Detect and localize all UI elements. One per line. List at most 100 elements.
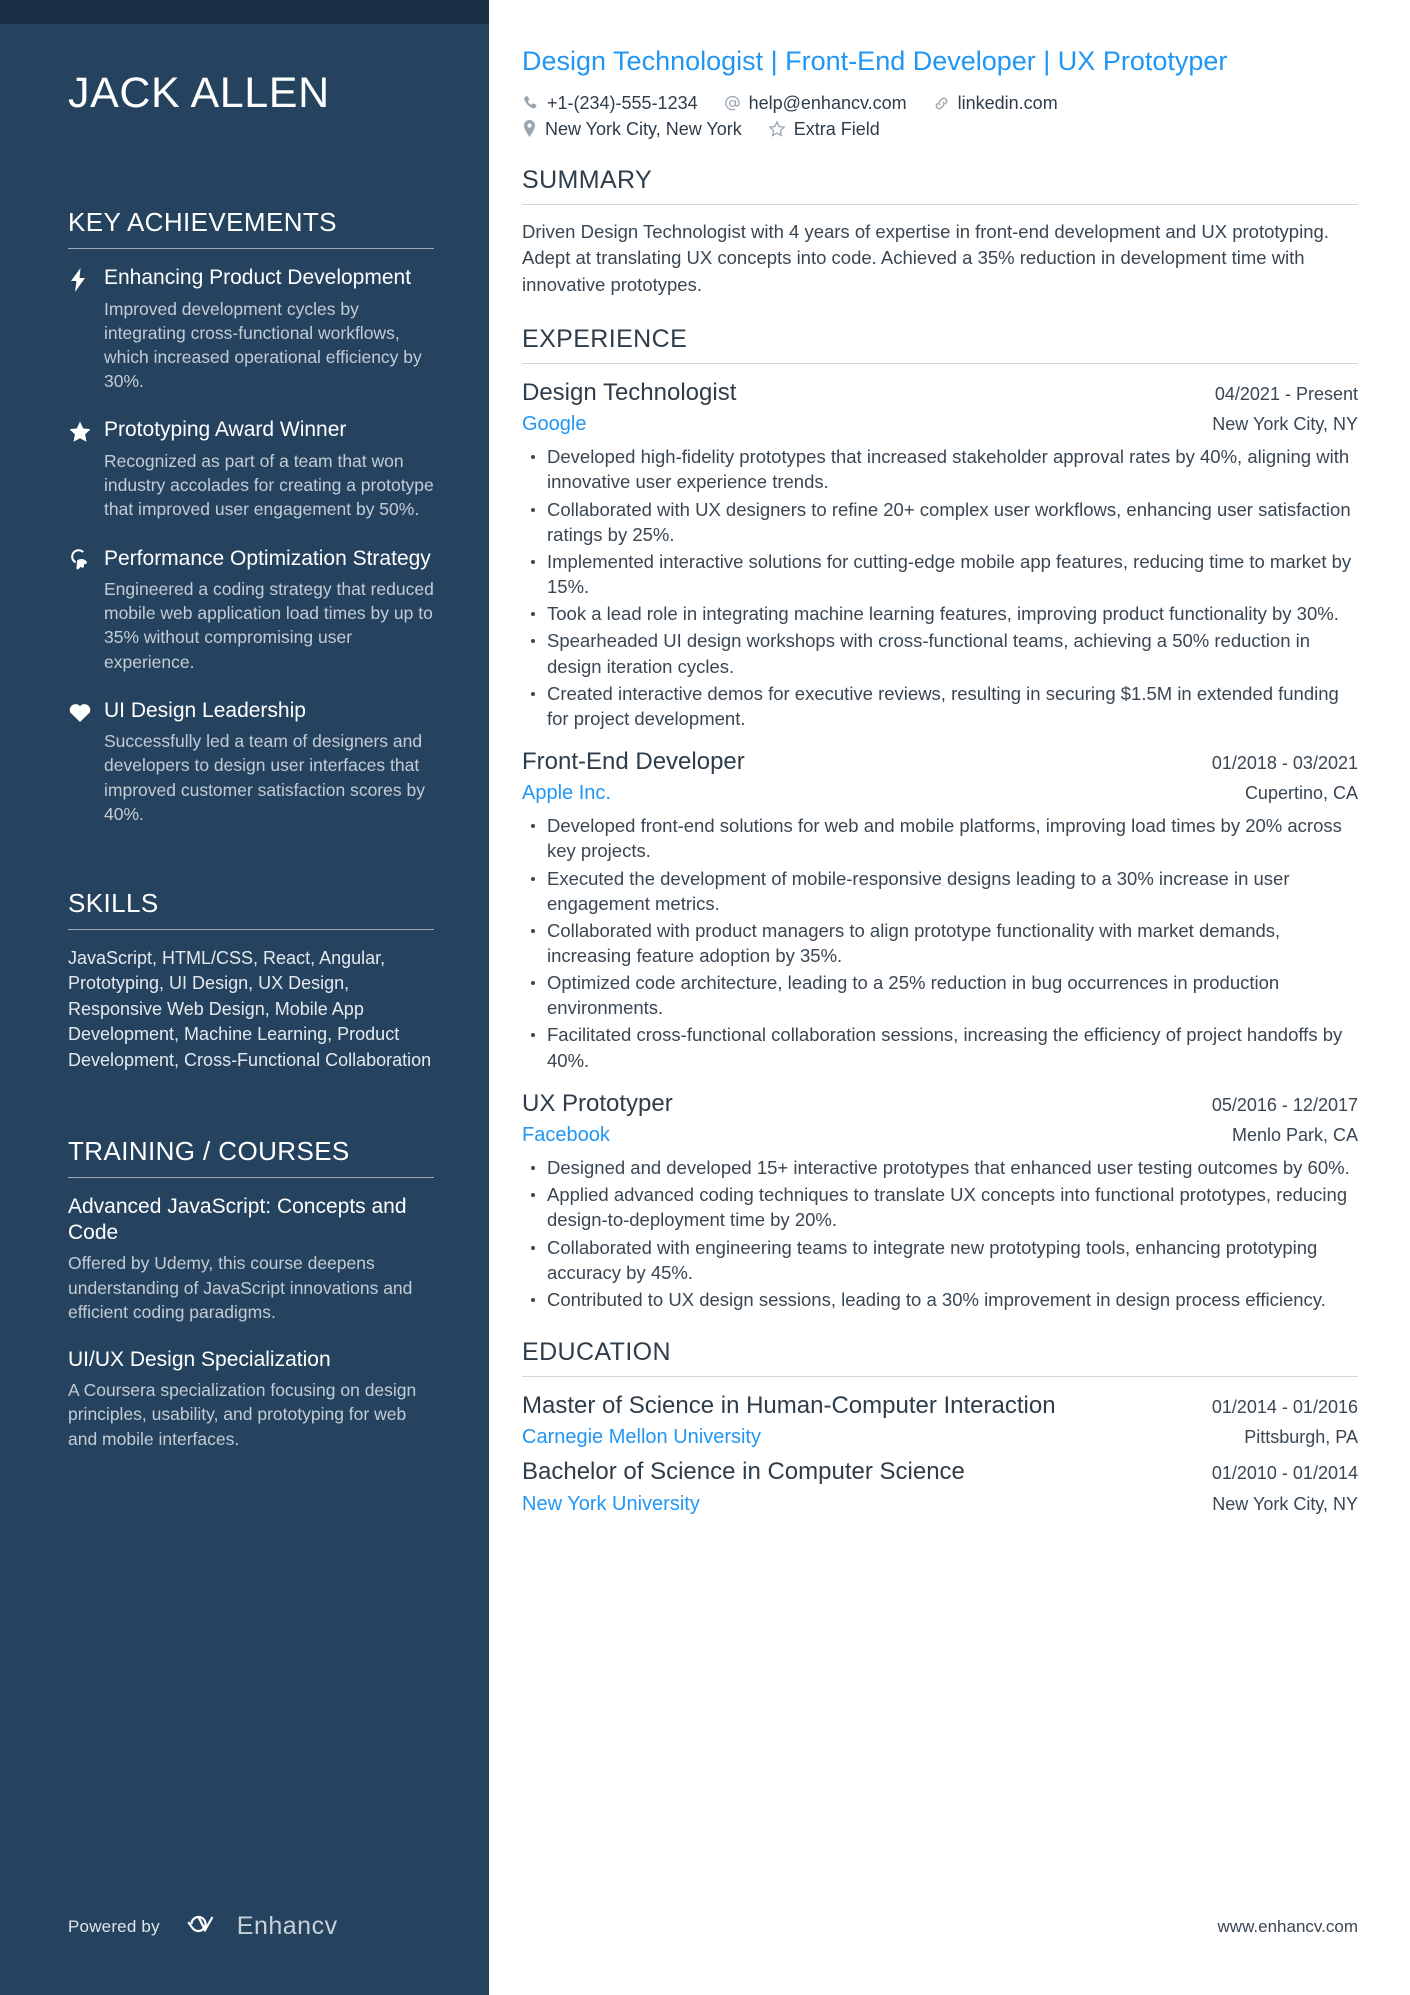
- job-location: New York City, NY: [1212, 414, 1358, 435]
- job-bullet: Developed front-end solutions for web an…: [531, 813, 1358, 863]
- experience-item: UX Prototyper 05/2016 - 12/2017 Facebook…: [522, 1089, 1358, 1312]
- job-date: 01/2018 - 03/2021: [1211, 752, 1358, 773]
- sidebar: JACK ALLEN KEY ACHIEVEMENTS Enhancing Pr…: [0, 0, 489, 1995]
- footer-website-url: www.enhancv.com: [1217, 1917, 1358, 1936]
- job-bullet: Optimized code architecture, leading to …: [531, 970, 1358, 1020]
- job-location: Menlo Park, CA: [1231, 1125, 1358, 1146]
- job-bullet: Implemented interactive solutions for cu…: [531, 549, 1358, 599]
- job-title: Front-End Developer: [522, 747, 745, 775]
- achievement-item: Prototyping Award Winner Recognized as p…: [68, 417, 434, 521]
- achievement-title: Performance Optimization Strategy: [104, 546, 431, 570]
- job-company[interactable]: Google: [522, 413, 587, 436]
- education-section: EDUCATION Master of Science in Human-Com…: [522, 1338, 1358, 1516]
- powered-by-label: Powered by: [68, 1916, 160, 1936]
- contact-linkedin[interactable]: linkedin.com: [933, 93, 1058, 114]
- job-bullet: Executed the development of mobile-respo…: [531, 866, 1358, 916]
- achievement-description: Engineered a coding strategy that reduce…: [104, 579, 434, 672]
- job-bullet-list: Developed front-end solutions for web an…: [522, 813, 1358, 1073]
- job-bullet-list: Developed high-fidelity prototypes that …: [522, 444, 1358, 731]
- training-courses-section: TRAINING / COURSES Advanced JavaScript: …: [68, 1136, 434, 1452]
- achievement-description: Improved development cycles by integrati…: [104, 298, 422, 392]
- section-divider: [522, 203, 1358, 205]
- job-company[interactable]: Apple Inc.: [522, 782, 611, 805]
- key-achievements-section: KEY ACHIEVEMENTS Enhancing Product Devel…: [68, 207, 434, 826]
- skills-section: SKILLS JavaScript, HTML/CSS, React, Angu…: [68, 888, 434, 1074]
- achievement-title: UI Design Leadership: [104, 698, 306, 722]
- education-date: 01/2010 - 01/2014: [1211, 1463, 1358, 1484]
- job-bullet: Contributed to UX design sessions, leadi…: [531, 1287, 1358, 1312]
- job-location: Cupertino, CA: [1244, 783, 1358, 804]
- professional-headline: Design Technologist | Front-End Develope…: [522, 46, 1228, 76]
- resume-page: JACK ALLEN KEY ACHIEVEMENTS Enhancing Pr…: [0, 0, 1410, 1995]
- section-divider: [522, 1376, 1358, 1377]
- job-bullet: Facilitated cross-functional collaborati…: [531, 1022, 1358, 1072]
- enhancv-brand-name: Enhancv: [236, 1912, 338, 1940]
- course-item: Advanced JavaScript: Concepts and Code O…: [68, 1194, 434, 1325]
- summary-text: Driven Design Technologist with 4 years …: [522, 220, 1329, 296]
- contact-phone-text: +1-(234)-555-1234: [547, 92, 698, 113]
- candidate-name: JACK ALLEN: [68, 69, 330, 117]
- skills-list: JavaScript, HTML/CSS, React, Angular, Pr…: [68, 947, 432, 1071]
- contact-email[interactable]: help@enhancv.com: [724, 93, 907, 114]
- summary-section: SUMMARY Driven Design Technologist with …: [522, 166, 1358, 299]
- contact-row-secondary: New York City, New York Extra Field: [522, 119, 1358, 140]
- job-bullet: Developed high-fidelity prototypes that …: [531, 444, 1358, 494]
- job-bullet: Designed and developed 15+ interactive p…: [531, 1155, 1358, 1180]
- contact-location-text: New York City, New York: [545, 118, 742, 139]
- education-school[interactable]: New York University: [522, 1493, 700, 1516]
- link-icon: [933, 95, 950, 112]
- job-company[interactable]: Facebook: [522, 1124, 610, 1147]
- course-description: Offered by Udemy, this course deepens un…: [68, 1253, 413, 1323]
- contact-linkedin-text: linkedin.com: [957, 92, 1058, 113]
- contact-phone[interactable]: +1-(234)-555-1234: [522, 93, 698, 114]
- education-item: Bachelor of Science in Computer Science …: [522, 1457, 1358, 1515]
- heart-icon: [68, 698, 104, 826]
- contact-row-primary: +1-(234)-555-1234 help@enhancv.com linke…: [522, 93, 1358, 114]
- contact-extra-field[interactable]: Extra Field: [768, 119, 880, 140]
- education-degree: Master of Science in Human-Computer Inte…: [522, 1392, 1056, 1419]
- contact-location[interactable]: New York City, New York: [522, 119, 742, 140]
- star-icon: [68, 417, 104, 521]
- main-content: Design Technologist | Front-End Develope…: [489, 0, 1410, 1995]
- section-divider: [68, 248, 434, 250]
- achievement-title: Prototyping Award Winner: [104, 418, 347, 442]
- job-bullet: Collaborated with engineering teams to i…: [531, 1235, 1358, 1285]
- achievement-item: Enhancing Product Development Improved d…: [68, 265, 434, 393]
- experience-item: Front-End Developer 01/2018 - 03/2021 Ap…: [522, 747, 1358, 1073]
- job-date: 05/2016 - 12/2017: [1211, 1094, 1358, 1115]
- experience-heading: EXPERIENCE: [522, 324, 688, 353]
- education-item: Master of Science in Human-Computer Inte…: [522, 1391, 1358, 1449]
- star-outline-icon: [768, 120, 786, 138]
- job-title: Design Technologist: [522, 378, 737, 406]
- achievement-item: UI Design Leadership Successfully led a …: [68, 698, 434, 826]
- head-idea-icon: [68, 546, 104, 674]
- skills-heading: SKILLS: [68, 887, 159, 918]
- experience-section: EXPERIENCE Design Technologist 04/2021 -…: [522, 325, 1358, 1312]
- summary-heading: SUMMARY: [522, 165, 653, 194]
- job-bullet: Took a lead role in integrating machine …: [531, 601, 1358, 626]
- course-title: Advanced JavaScript: Concepts and Code: [68, 1194, 407, 1244]
- location-pin-icon: [522, 120, 537, 138]
- job-title: UX Prototyper: [522, 1089, 673, 1117]
- education-degree: Bachelor of Science in Computer Science: [522, 1458, 965, 1486]
- achievement-item: Performance Optimization Strategy Engine…: [68, 546, 434, 674]
- education-heading: EDUCATION: [522, 1338, 671, 1366]
- experience-item: Design Technologist 04/2021 - Present Go…: [522, 378, 1358, 731]
- lightning-bolt-icon: [68, 265, 104, 393]
- education-school[interactable]: Carnegie Mellon University: [522, 1426, 761, 1449]
- section-divider: [522, 362, 1358, 364]
- job-bullet: Collaborated with product managers to al…: [531, 918, 1358, 968]
- enhancv-logo-icon: [176, 1910, 228, 1943]
- contact-email-text: help@enhancv.com: [748, 92, 907, 113]
- contact-info: +1-(234)-555-1234 help@enhancv.com linke…: [522, 93, 1358, 140]
- job-bullet: Applied advanced coding techniques to tr…: [531, 1182, 1358, 1232]
- achievement-description: Recognized as part of a team that won in…: [104, 451, 434, 520]
- job-bullet: Spearheaded UI design workshops with cro…: [531, 628, 1358, 678]
- course-item: UI/UX Design Specialization A Coursera s…: [68, 1347, 434, 1452]
- achievement-title: Enhancing Product Development: [104, 266, 412, 290]
- education-date: 01/2014 - 01/2016: [1211, 1397, 1358, 1417]
- job-bullet-list: Designed and developed 15+ interactive p…: [522, 1155, 1358, 1312]
- email-at-icon: [724, 95, 741, 112]
- education-location: New York City, NY: [1212, 1493, 1358, 1514]
- sidebar-top-strip: [0, 0, 489, 24]
